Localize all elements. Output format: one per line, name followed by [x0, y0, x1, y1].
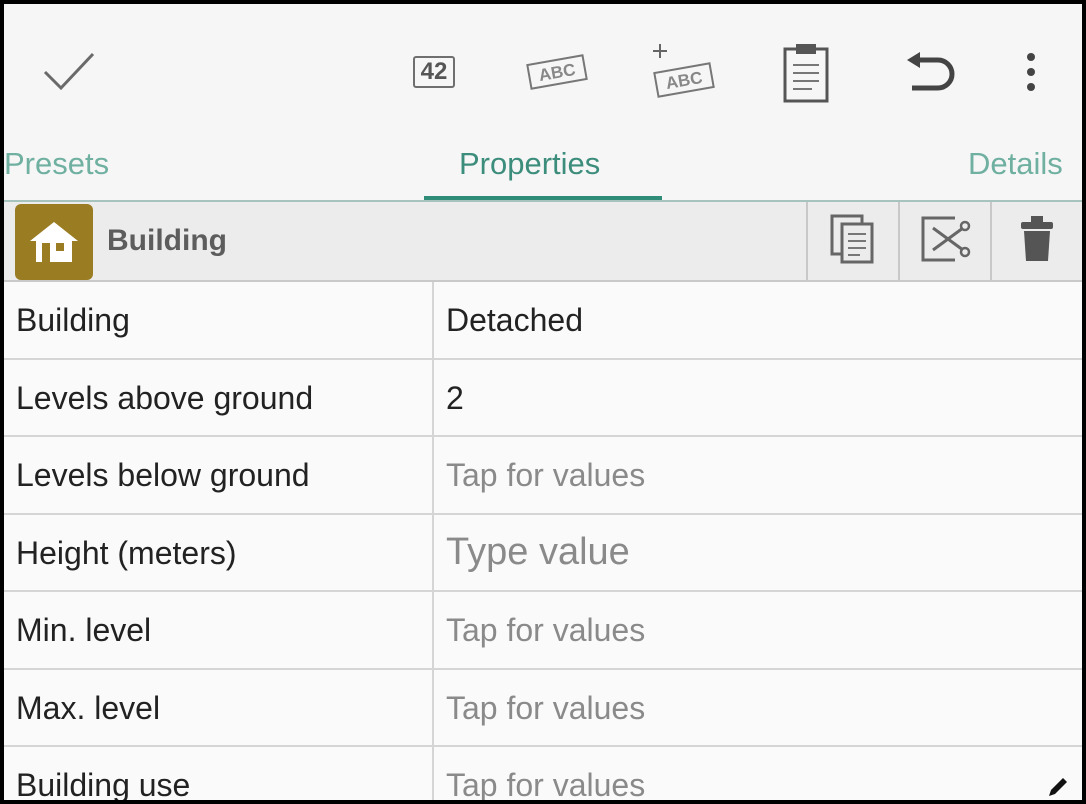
column-divider [432, 669, 434, 745]
more-options-button[interactable] [1016, 32, 1046, 112]
field-value[interactable]: 2 [446, 380, 464, 417]
abc-tag-icon: ABC [525, 52, 589, 92]
column-divider [432, 437, 434, 513]
tab-bar: Presets Properties Details [4, 136, 1082, 202]
copy-icon [830, 214, 876, 269]
field-key: Levels above ground [16, 379, 314, 416]
field-value[interactable]: Tap for values [446, 767, 645, 800]
column-divider [432, 359, 434, 435]
undo-button[interactable] [902, 32, 958, 112]
add-abc-tag-icon: ABC [648, 40, 718, 104]
property-editor: 42 ABC ABC Presets Properties Details Bu… [4, 4, 1082, 800]
field-value[interactable]: Tap for values [446, 690, 645, 727]
column-divider [432, 592, 434, 668]
done-button[interactable] [34, 32, 104, 112]
number-button[interactable]: 42 [402, 32, 466, 112]
table-row[interactable]: Building Detached [4, 282, 1082, 360]
field-value[interactable]: Tap for values [446, 457, 645, 494]
tab-details[interactable]: Details [968, 146, 1063, 182]
add-text-tag-button[interactable]: ABC [648, 32, 718, 112]
more-vert-icon [1026, 52, 1036, 92]
field-key: Building [16, 302, 130, 338]
field-key: Min. level [16, 612, 152, 648]
table-row[interactable]: Max. level Tap for values [4, 669, 1082, 747]
copy-button[interactable] [806, 202, 898, 280]
table-row[interactable]: Min. level Tap for values [4, 592, 1082, 670]
tab-properties[interactable]: Properties [459, 146, 600, 182]
table-row[interactable]: Height (meters) Type value [4, 514, 1082, 592]
property-table: Building Detached Levels above ground 2 … [4, 282, 1082, 800]
column-divider [432, 747, 434, 800]
delete-button[interactable] [990, 202, 1082, 280]
table-row[interactable]: Building use Tap for values [4, 747, 1082, 800]
table-row[interactable]: Levels above ground 2 [4, 359, 1082, 437]
preset-header: Building [4, 202, 1082, 282]
pencil-icon[interactable] [1046, 775, 1070, 800]
tab-presets[interactable]: Presets [4, 146, 109, 182]
field-key: Levels below ground [16, 457, 310, 493]
delete-icon [1019, 215, 1055, 268]
paste-button[interactable] [780, 32, 832, 112]
text-tag-button[interactable]: ABC [524, 32, 590, 112]
clipboard-icon [782, 41, 830, 103]
undo-icon [904, 52, 956, 92]
preset-name: Building [107, 224, 227, 257]
field-value[interactable]: Detached [446, 302, 583, 339]
column-divider [432, 514, 434, 590]
toolbar: 42 ABC ABC [4, 4, 1082, 136]
table-row[interactable]: Levels below ground Tap for values [4, 437, 1082, 515]
field-key: Max. level [16, 689, 161, 726]
field-value[interactable]: Tap for values [446, 612, 645, 649]
column-divider [432, 282, 434, 358]
field-key: Height (meters) [16, 534, 237, 571]
field-key: Building use [16, 767, 191, 800]
checkmark-icon [41, 50, 97, 94]
active-tab-indicator [424, 196, 662, 200]
cut-button[interactable] [898, 202, 990, 280]
house-icon[interactable] [15, 204, 93, 280]
number-42-icon: 42 [412, 56, 456, 88]
height-input[interactable]: Type value [446, 531, 630, 574]
cut-icon [919, 214, 971, 269]
